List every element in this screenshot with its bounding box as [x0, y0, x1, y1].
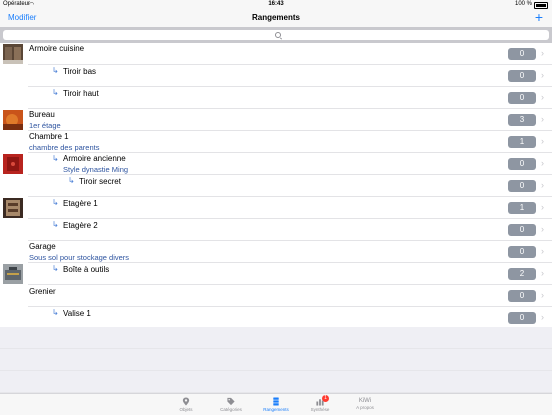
list-item[interactable]: ↳ Tiroir bas 0 › [0, 65, 552, 87]
row-title: Valise 1 [63, 309, 91, 318]
toolbox-photo [3, 264, 23, 284]
chevron-right-icon: › [541, 48, 544, 58]
row-title: Tiroir haut [63, 89, 99, 98]
chevron-right-icon: › [541, 92, 544, 102]
child-arrow-icon: ↳ [52, 66, 59, 75]
child-arrow-icon: ↳ [52, 198, 59, 207]
navigation-bar: Modifier Rangements + [0, 9, 552, 27]
kiwi-logo: KiWi [358, 398, 372, 404]
chevron-right-icon: › [541, 312, 544, 322]
storage-icon [273, 397, 279, 406]
chevron-right-icon: › [541, 268, 544, 278]
list-item[interactable]: Grenier 0 › [0, 285, 552, 307]
row-subtitle: Style dynastie Ming [63, 165, 129, 174]
row-subtitle: chambre des parents [29, 143, 100, 152]
tab-categories[interactable]: Catégories [211, 394, 251, 415]
add-button[interactable]: + [535, 9, 543, 25]
status-bar: Opérateur ◠ 16:43 100 % [0, 0, 552, 10]
child-arrow-icon: ↳ [52, 264, 59, 273]
tags-icon [227, 397, 235, 406]
child-arrow-icon: ↳ [68, 176, 75, 185]
shelf-photo [3, 198, 23, 218]
tab-synthese[interactable]: 1 Synthèse [300, 394, 340, 415]
tab-label: Catégories [220, 407, 242, 412]
empty-table-area [0, 327, 552, 393]
battery-percent: 100 % [514, 1, 532, 7]
item-count-badge: 0 [508, 48, 536, 60]
item-count-badge: 0 [508, 92, 536, 104]
kitchen-cabinet-photo [3, 44, 23, 64]
list-item[interactable]: ↳ Tiroir secret 0 › [0, 175, 552, 197]
row-title: Chambre 1 [29, 132, 69, 141]
item-count-badge: 2 [508, 268, 536, 280]
item-count-badge: 0 [508, 180, 536, 192]
search-input[interactable] [3, 30, 549, 40]
item-count-badge: 1 [508, 202, 536, 214]
row-title: Tiroir secret [79, 177, 121, 186]
chevron-right-icon: › [541, 180, 544, 190]
chevron-right-icon: › [541, 290, 544, 300]
list-item[interactable]: ↳ Valise 1 0 › [0, 307, 552, 329]
chevron-right-icon: › [541, 70, 544, 80]
list-item[interactable]: Armoire cuisine 0 › [0, 43, 552, 65]
child-arrow-icon: ↳ [52, 154, 59, 163]
row-title: Garage [29, 242, 56, 251]
chevron-right-icon: › [541, 246, 544, 256]
list-item[interactable]: ↳ Etagère 2 0 › [0, 219, 552, 241]
row-title: Armoire ancienne [63, 154, 126, 163]
tab-apropos[interactable]: KiWi A propos [345, 394, 385, 415]
row-title: Bureau [29, 110, 55, 119]
battery-icon [534, 2, 548, 9]
tab-label: Synthèse [310, 407, 330, 412]
item-count-badge: 3 [508, 114, 536, 126]
item-count-badge: 0 [508, 70, 536, 82]
search-icon [275, 32, 281, 38]
child-arrow-icon: ↳ [52, 220, 59, 229]
chevron-right-icon: › [541, 136, 544, 146]
list-item[interactable]: Bureau 1er étage 3 › [0, 109, 552, 131]
tab-label: Rangements [263, 407, 289, 412]
item-count-badge: 0 [508, 290, 536, 302]
row-title: Grenier [29, 287, 56, 296]
list-item[interactable]: ↳ Boîte à outils 2 › [0, 263, 552, 285]
chevron-right-icon: › [541, 158, 544, 168]
clock: 16:43 [268, 1, 284, 7]
row-title: Armoire cuisine [29, 44, 85, 53]
chevron-right-icon: › [541, 202, 544, 212]
page-title: Rangements [251, 13, 300, 22]
item-count-badge: 1 [508, 136, 536, 148]
chevron-right-icon: › [541, 114, 544, 124]
row-title: Etagère 2 [63, 221, 98, 230]
search-bar [0, 27, 552, 43]
tab-objets[interactable]: Objets [166, 394, 206, 415]
list-item[interactable]: ↳ Armoire ancienne Style dynastie Ming 0… [0, 153, 552, 175]
list-item[interactable]: Chambre 1 chambre des parents 1 › [0, 131, 552, 153]
list-item[interactable]: ↳ Etagère 1 1 › [0, 197, 552, 219]
child-arrow-icon: ↳ [52, 88, 59, 97]
row-title: Etagère 1 [63, 199, 98, 208]
child-arrow-icon: ↳ [52, 308, 59, 317]
notification-badge: 1 [322, 395, 329, 402]
list-item[interactable]: ↳ Tiroir haut 0 › [0, 87, 552, 109]
row-subtitle: Sous sol pour stockage divers [29, 253, 130, 262]
row-title: Tiroir bas [63, 67, 97, 76]
list-item[interactable]: Garage Sous sol pour stockage divers 0 › [0, 241, 552, 263]
item-count-badge: 0 [508, 246, 536, 258]
tab-bar: Objets Catégories Rangements 1 Synthèse … [0, 393, 552, 415]
row-subtitle: 1er étage [29, 121, 61, 130]
antique-wardrobe-photo [3, 154, 23, 174]
item-count-badge: 0 [508, 224, 536, 236]
row-title: Boîte à outils [63, 265, 110, 274]
storage-list: Armoire cuisine 0 › ↳ Tiroir bas 0 › ↳ T… [0, 43, 552, 327]
tab-label: A propos [356, 405, 374, 410]
tab-label: Objets [179, 407, 193, 412]
tab-rangements[interactable]: Rangements [256, 394, 296, 415]
item-count-badge: 0 [508, 158, 536, 170]
location-pin-icon [182, 397, 190, 406]
item-count-badge: 0 [508, 312, 536, 324]
office-photo [3, 110, 23, 130]
chevron-right-icon: › [541, 224, 544, 234]
